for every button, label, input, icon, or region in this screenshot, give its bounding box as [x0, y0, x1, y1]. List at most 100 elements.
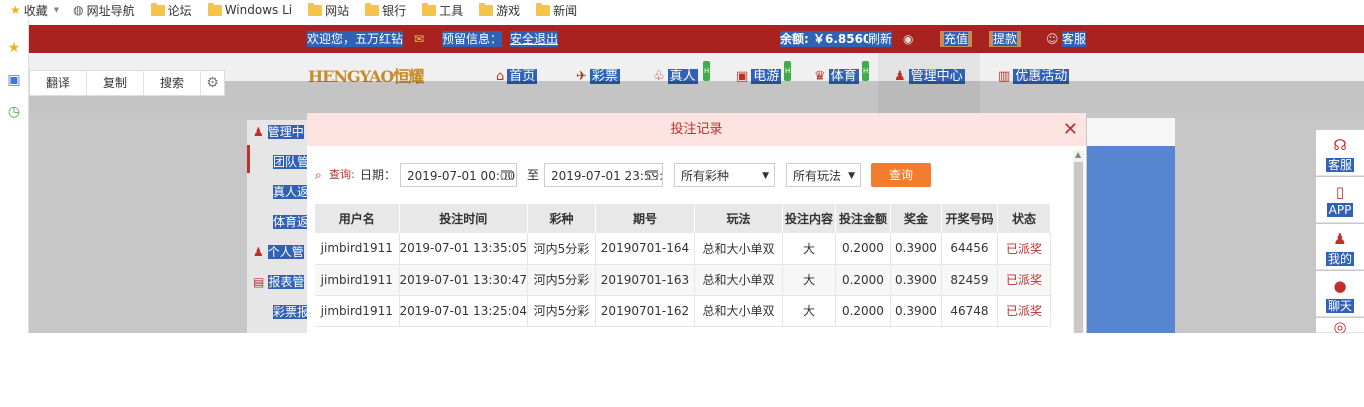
copy-button[interactable]: 复制	[87, 71, 144, 95]
bookmark-favorites[interactable]: ★ 收藏 ▼	[10, 2, 59, 19]
hot-badge-icon: H	[862, 61, 870, 81]
cell-issue: 20190701-162	[595, 295, 695, 327]
scrollbar-thumb[interactable]	[1074, 162, 1083, 333]
cell-username: jimbird1911	[315, 233, 400, 265]
col-amount: 投注金额	[835, 204, 891, 233]
table-row[interactable]: jimbird1911 2019-07-01 13:35:05 河内5分彩 20…	[315, 233, 1051, 265]
history-clock-icon[interactable]: ◷	[6, 104, 22, 120]
report-icon: ▤	[253, 275, 265, 289]
cell-play: 总和大小单双	[694, 295, 783, 327]
folder-icon	[150, 2, 165, 16]
col-bet-time: 投注时间	[399, 204, 528, 233]
user-icon: ♟	[253, 245, 264, 259]
close-icon[interactable]: ✕	[1063, 113, 1078, 146]
translate-button[interactable]: 翻译	[30, 71, 87, 95]
scroll-up-icon[interactable]: ▲	[1075, 150, 1081, 159]
folder-icon	[365, 2, 380, 16]
eye-icon[interactable]: ◉	[903, 31, 913, 47]
cell-bet-time: 2019-07-01 13:35:05	[399, 233, 528, 265]
bookmark-folder-tools[interactable]: 工具	[422, 2, 463, 19]
gear-icon[interactable]: ⚙	[201, 71, 224, 95]
start-date-input[interactable]: 2019-07-01 00:00:00	[400, 163, 517, 187]
menu-management-center[interactable]: ♟ 管理中	[253, 123, 304, 140]
float-mine[interactable]: ♟ 我的	[1316, 224, 1364, 270]
float-app[interactable]: ▯ APP	[1316, 177, 1364, 223]
query-button[interactable]: 查询	[871, 163, 931, 187]
date-label: 日期：	[360, 168, 397, 182]
folder-icon	[422, 2, 437, 16]
menu-team[interactable]: 团队管	[273, 153, 310, 170]
cell-play: 总和大小单双	[694, 264, 783, 296]
cell-draw-number: 64456	[941, 233, 998, 265]
cell-amount: 0.2000	[835, 233, 891, 265]
menu-personal[interactable]: ♟ 个人管	[253, 243, 304, 260]
balance-text: 余额: ￥6.8560	[780, 31, 872, 47]
menu-live-rebate[interactable]: 真人返	[273, 183, 310, 200]
menu-reports[interactable]: ▤ 报表管	[253, 273, 305, 290]
mail-icon[interactable]: ✉	[414, 31, 424, 47]
reader-icon[interactable]: ▣	[6, 72, 22, 88]
globe-icon: ◍	[73, 3, 84, 17]
col-status: 状态	[997, 204, 1051, 233]
right-panel	[1087, 118, 1175, 333]
site-top-bar: 欢迎您，五万红钻 ✉ 预留信息： 安全退出 余额: ￥6.8560 刷新 ◉ 充…	[29, 25, 1364, 53]
cell-prize: 0.3900	[890, 295, 942, 327]
calendar-icon[interactable]	[647, 170, 658, 180]
logout-link[interactable]: 安全退出	[510, 31, 559, 47]
float-service[interactable]: ☊ 客服	[1316, 130, 1364, 176]
float-more[interactable]: ◎	[1316, 318, 1364, 333]
bet-records-table: 用户名 投注时间 彩种 期号 玩法 投注内容 投注金额 奖金 开奖号码 状态 j…	[315, 204, 1051, 327]
folder-icon	[536, 2, 551, 16]
menu-lottery-report[interactable]: 彩票报	[273, 303, 310, 320]
hot-badge-icon: H	[784, 61, 792, 81]
bookmark-folder-sites[interactable]: 网站	[308, 2, 349, 19]
refresh-link[interactable]: 刷新	[868, 31, 893, 47]
browser-sidebar: ★ ▣ ◷	[0, 20, 29, 333]
col-play: 玩法	[694, 204, 783, 233]
browser-window: ★ 收藏 ▼ ◍ 网址导航 论坛 Windows Li 网站 银行 工具 游戏 …	[0, 0, 1364, 407]
service-link[interactable]: 客服	[1062, 31, 1087, 47]
float-chat[interactable]: ● 聊天	[1316, 271, 1364, 317]
favorites-star-icon[interactable]: ★	[6, 40, 22, 56]
search-button[interactable]: 搜索	[144, 71, 201, 95]
play-type-select[interactable]: 所有玩法 ▼	[786, 163, 861, 187]
bet-records-modal: 投注记录 ✕ ▲ ⌕ 查询: 日期： 2019-07-01 00:00:00 至…	[307, 113, 1086, 333]
cell-status: 已派奖	[997, 295, 1051, 327]
bookmark-folder-bank[interactable]: 银行	[365, 2, 406, 19]
folder-icon	[207, 2, 222, 16]
table-row[interactable]: jimbird1911 2019-07-01 13:25:04 河内5分彩 20…	[315, 295, 1051, 327]
chevron-down-icon: ▼	[848, 171, 855, 181]
cell-amount: 0.2000	[835, 295, 891, 327]
floating-sidebar: ☊ 客服 ▯ APP ♟ 我的 ● 聊天 ◎	[1316, 130, 1364, 333]
cell-bet-time: 2019-07-01 13:25:04	[399, 295, 528, 327]
menu-active-marker	[247, 145, 250, 173]
bookmark-folder-windows[interactable]: Windows Li	[207, 2, 292, 17]
recharge-button[interactable]: 充值	[940, 31, 973, 47]
service-icon[interactable]: ☺	[1046, 31, 1059, 47]
lottery-type-select[interactable]: 所有彩种 ▼	[674, 163, 775, 187]
cell-content: 大	[782, 233, 836, 265]
cell-content: 大	[782, 295, 836, 327]
table-row[interactable]: jimbird1911 2019-07-01 13:30:47 河内5分彩 20…	[315, 264, 1051, 296]
hot-badge-icon: H	[703, 61, 711, 81]
cell-draw-number: 46748	[941, 295, 998, 327]
bookmark-folder-news[interactable]: 新闻	[536, 2, 577, 19]
col-username: 用户名	[315, 204, 400, 233]
cell-issue: 20190701-164	[595, 233, 695, 265]
star-icon: ★	[10, 3, 21, 17]
end-date-input[interactable]: 2019-07-01 23:59:59	[544, 163, 663, 187]
cell-lottery: 河内5分彩	[527, 295, 596, 327]
bookmarks-bar: ★ 收藏 ▼ ◍ 网址导航 论坛 Windows Li 网站 银行 工具 游戏 …	[0, 0, 1364, 20]
cell-username: jimbird1911	[315, 295, 400, 327]
calendar-icon[interactable]	[501, 170, 512, 180]
menu-sports-rebate[interactable]: 体育返	[273, 213, 310, 230]
bookmark-folder-games[interactable]: 游戏	[479, 2, 520, 19]
modal-header: 投注记录 ✕	[307, 113, 1086, 146]
withdraw-button[interactable]: 提款	[989, 31, 1022, 47]
bookmark-nav[interactable]: ◍ 网址导航	[73, 2, 135, 19]
cell-issue: 20190701-163	[595, 264, 695, 296]
bookmark-folder-forum[interactable]: 论坛	[150, 2, 192, 19]
headset-icon: ☊	[1333, 136, 1347, 154]
table-header-row: 用户名 投注时间 彩种 期号 玩法 投注内容 投注金额 奖金 开奖号码 状态	[315, 204, 1051, 233]
col-issue: 期号	[595, 204, 695, 233]
